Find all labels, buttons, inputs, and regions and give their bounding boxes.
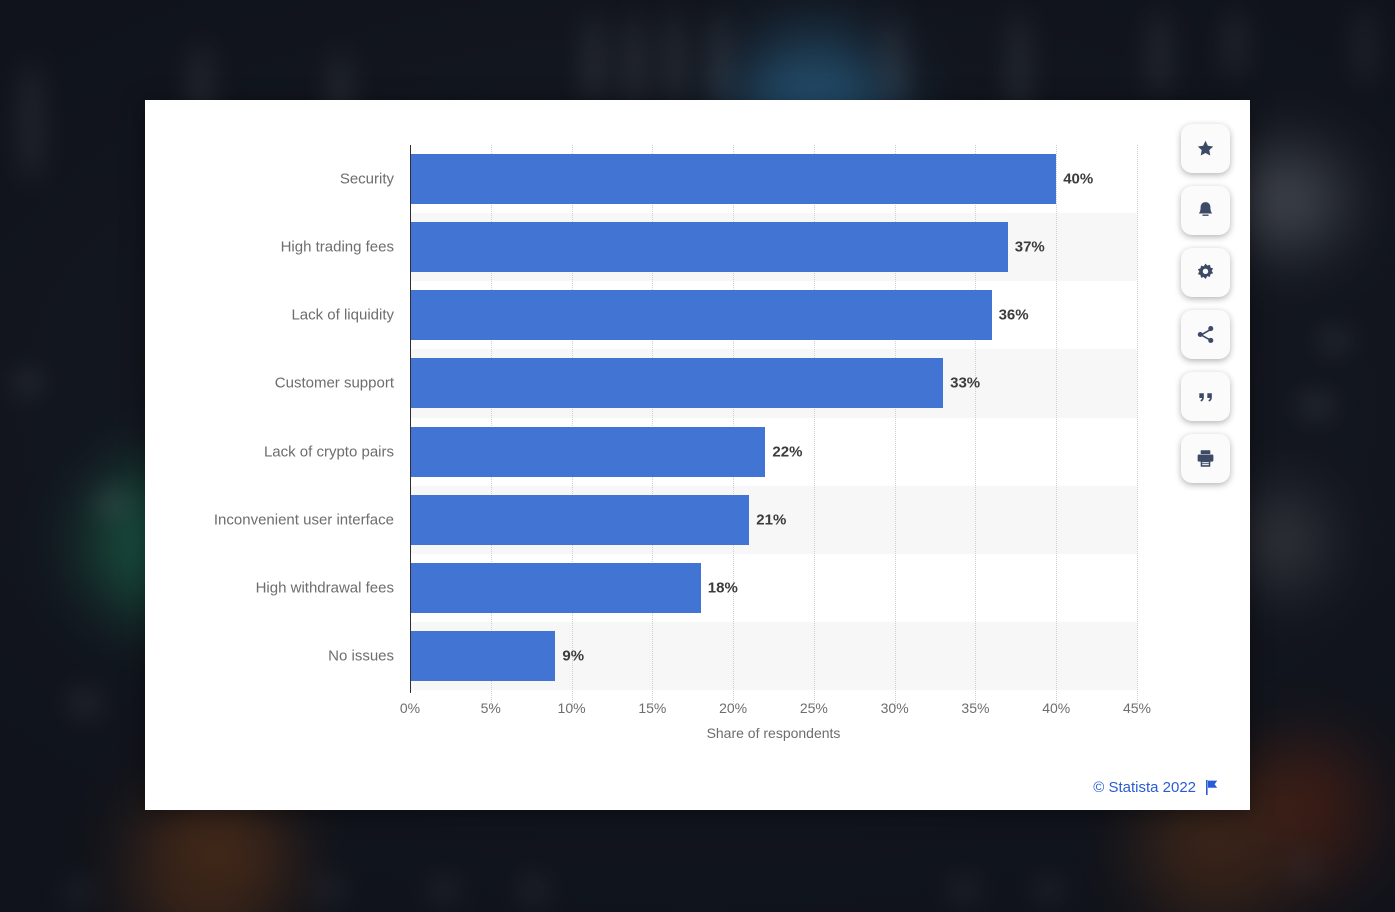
bar[interactable] xyxy=(410,358,944,409)
gridline xyxy=(1137,145,1138,708)
bar-row: 18% xyxy=(410,554,1137,622)
bar[interactable] xyxy=(410,154,1057,205)
x-tick-label: 25% xyxy=(799,700,828,716)
bell-icon xyxy=(1195,200,1216,221)
bar-row: 22% xyxy=(410,418,1137,486)
plot-area: 40% 37% 36% 33% 22% 21% 18% 9% xyxy=(410,145,1138,708)
bar-row: 33% xyxy=(410,349,1137,417)
bar-row: 36% xyxy=(410,281,1137,349)
bar-value-label: 21% xyxy=(756,511,787,529)
x-tick-label: 5% xyxy=(480,700,501,716)
bar-value-label: 37% xyxy=(1014,238,1045,256)
copyright-text: © Statista 2022 xyxy=(1093,779,1196,796)
quote-icon xyxy=(1196,387,1216,407)
x-tick-label: 40% xyxy=(1042,700,1071,716)
printer-icon xyxy=(1195,448,1216,469)
x-tick-label: 45% xyxy=(1122,700,1152,716)
flag-icon[interactable] xyxy=(1205,780,1218,795)
star-icon xyxy=(1195,138,1216,159)
bar[interactable] xyxy=(410,630,556,681)
bar-row: 9% xyxy=(410,622,1137,690)
category-label: Security xyxy=(339,170,394,188)
share-icon xyxy=(1195,324,1216,345)
cite-button[interactable] xyxy=(1181,372,1230,421)
share-button[interactable] xyxy=(1181,310,1230,359)
bar[interactable] xyxy=(410,426,766,477)
x-tick-label: 0% xyxy=(399,700,421,716)
category-label: Inconvenient user interface xyxy=(213,511,394,529)
y-axis-category-labels: Security High trading fees Lack of liquidi… xyxy=(145,145,394,690)
bar[interactable] xyxy=(410,290,992,341)
category-label: Lack of crypto pairs xyxy=(263,443,394,461)
favorite-button[interactable] xyxy=(1181,124,1230,173)
chart-card: Security High trading fees Lack of liquidi… xyxy=(145,100,1250,810)
bar-row: 21% xyxy=(410,486,1137,554)
alert-button[interactable] xyxy=(1181,186,1230,235)
bar[interactable] xyxy=(410,222,1008,273)
bar[interactable] xyxy=(410,494,750,545)
category-label: Customer support xyxy=(274,374,394,392)
x-axis-title: Share of respondents xyxy=(706,725,841,741)
bar-row: 37% xyxy=(410,213,1137,281)
x-tick-label: 20% xyxy=(719,700,748,716)
x-tick-label: 15% xyxy=(638,700,667,716)
bar-value-label: 36% xyxy=(998,306,1029,324)
x-tick-label: 10% xyxy=(557,700,586,716)
settings-button[interactable] xyxy=(1181,248,1230,297)
bar-value-label: 22% xyxy=(772,443,803,461)
x-axis-tick-labels: 0% 5% 10% 15% 20% 25% 30% 35% 40% 45% xyxy=(400,700,1151,722)
bar-value-label: 40% xyxy=(1063,170,1094,188)
print-button[interactable] xyxy=(1181,434,1230,483)
bar-row: 40% xyxy=(410,145,1137,213)
bar-value-label: 18% xyxy=(707,579,738,597)
footer: © Statista 2022 xyxy=(1093,779,1218,796)
bar-value-label: 9% xyxy=(562,647,585,665)
category-label: Lack of liquidity xyxy=(291,306,394,324)
category-label: High withdrawal fees xyxy=(255,579,394,597)
x-tick-label: 35% xyxy=(961,700,990,716)
bar[interactable] xyxy=(410,562,701,613)
x-tick-label: 30% xyxy=(880,700,909,716)
category-label: High trading fees xyxy=(280,238,394,256)
bar-value-label: 33% xyxy=(950,374,981,392)
side-toolbar xyxy=(1181,124,1230,483)
gear-icon xyxy=(1195,262,1216,283)
y-axis-line xyxy=(410,145,411,693)
category-label: No issues xyxy=(328,647,394,665)
